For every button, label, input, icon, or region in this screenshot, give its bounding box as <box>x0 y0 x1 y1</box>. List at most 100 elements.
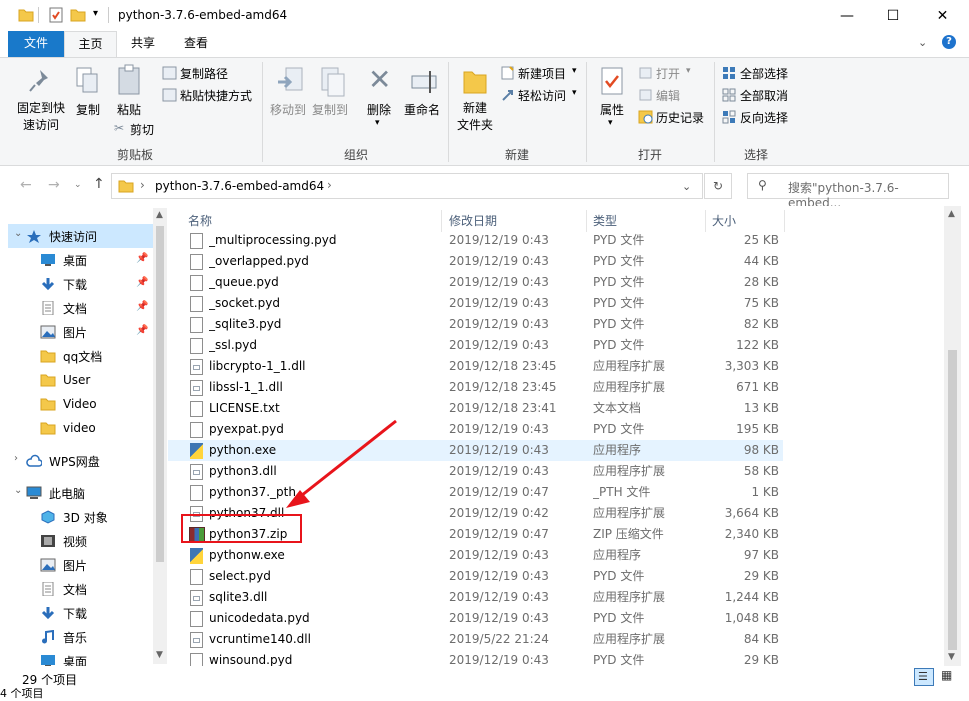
nav-scrollbar[interactable]: ▲ ▼ <box>153 208 167 664</box>
open-dropdown-icon[interactable]: ▾ <box>686 66 691 76</box>
nav-item[interactable]: 下载 <box>8 601 153 625</box>
edit-button[interactable]: 编辑 <box>656 87 680 104</box>
nav-item[interactable]: 下载 📌 <box>8 272 153 296</box>
cut-button[interactable]: 剪切 <box>130 121 154 138</box>
scroll-down-icon[interactable]: ▼ <box>948 652 955 662</box>
nav-item[interactable]: 3D 对象 <box>8 505 153 529</box>
file-row[interactable]: pythonw.exe 2019/12/19 0:43 应用程序 97 KB <box>168 545 783 566</box>
nav-item[interactable]: 文档 <box>8 577 153 601</box>
nav-item[interactable]: 视频 <box>8 529 153 553</box>
file-list-scrollbar[interactable]: ▲ ▼ <box>944 206 961 666</box>
scroll-up-icon[interactable]: ▲ <box>948 209 955 219</box>
copy-button[interactable]: 复制 <box>76 101 100 118</box>
nav-item[interactable]: 文档 📌 <box>8 296 153 320</box>
minimize-button[interactable]: — <box>824 0 870 31</box>
close-button[interactable]: ✕ <box>916 0 969 31</box>
tab-home[interactable]: 主页 <box>64 31 117 58</box>
copy-path-button[interactable]: 复制路径 <box>180 65 228 82</box>
expand-icon[interactable]: ⌄ <box>14 228 22 239</box>
invert-selection-button[interactable]: 反向选择 <box>740 109 788 126</box>
copy-to-button[interactable]: 复制到 <box>312 101 348 118</box>
help-icon[interactable]: ? <box>942 35 956 49</box>
address-dropdown-icon[interactable]: ⌄ <box>682 180 691 193</box>
large-icons-view-button[interactable]: ▦ <box>938 668 958 686</box>
file-row[interactable]: unicodedata.pyd 2019/12/19 0:43 PYD 文件 1,04… <box>168 608 783 629</box>
breadcrumb-separator-icon[interactable]: › <box>140 178 145 192</box>
file-row[interactable]: winsound.pyd 2019/12/19 0:43 PYD 文件 29 KB <box>168 650 783 666</box>
divider <box>705 210 706 232</box>
rename-button[interactable]: 重命名 <box>404 101 440 118</box>
file-row[interactable]: libssl-1_1.dll 2019/12/18 23:45 应用程序扩展 671 … <box>168 377 783 398</box>
file-row[interactable]: python3.dll 2019/12/19 0:43 应用程序扩展 58 KB <box>168 461 783 482</box>
forward-icon[interactable]: → <box>48 177 60 193</box>
nav-item[interactable]: 图片 <box>8 553 153 577</box>
recent-locations-icon[interactable]: ⌄ <box>74 180 82 190</box>
history-button[interactable]: 历史记录 <box>656 109 704 126</box>
collapse-ribbon-icon[interactable]: ⌄ <box>918 36 927 49</box>
file-row[interactable]: _socket.pyd 2019/12/19 0:43 PYD 文件 75 KB <box>168 293 783 314</box>
tab-file[interactable]: 文件 <box>8 31 64 57</box>
file-row[interactable]: LICENSE.txt 2019/12/18 23:41 文本文档 13 KB <box>168 398 783 419</box>
breadcrumb[interactable]: python-3.7.6-embed-amd64 <box>155 179 324 193</box>
new-folder-icon[interactable] <box>70 8 86 22</box>
expand-icon[interactable]: ⌄ <box>14 485 22 496</box>
new-item-button[interactable]: 新建项目 <box>518 65 566 82</box>
details-view-button[interactable]: ☰ <box>914 668 934 686</box>
file-row[interactable]: _multiprocessing.pyd 2019/12/19 0:43 PYD 文… <box>168 230 783 251</box>
file-row[interactable]: sqlite3.dll 2019/12/19 0:43 应用程序扩展 1,244 KB <box>168 587 783 608</box>
file-row[interactable]: _queue.pyd 2019/12/19 0:43 PYD 文件 28 KB <box>168 272 783 293</box>
delete-dropdown-icon[interactable]: ▾ <box>375 118 380 128</box>
quick-access-dropdown-icon[interactable]: ▾ <box>93 8 98 19</box>
expand-icon[interactable]: › <box>14 453 18 464</box>
file-row[interactable]: python.exe 2019/12/19 0:43 应用程序 98 KB <box>168 440 783 461</box>
scrollbar-thumb[interactable] <box>156 226 164 562</box>
nav-item[interactable]: WPS网盘 › <box>8 449 153 473</box>
easy-access-dropdown-icon[interactable]: ▾ <box>572 88 577 98</box>
nav-item[interactable]: 音乐 <box>8 625 153 649</box>
nav-item[interactable]: qq文档 <box>8 344 153 368</box>
file-row[interactable]: _sqlite3.pyd 2019/12/19 0:43 PYD 文件 82 KB <box>168 314 783 335</box>
file-type: PYD 文件 <box>593 317 645 331</box>
file-row[interactable]: select.pyd 2019/12/19 0:43 PYD 文件 29 KB <box>168 566 783 587</box>
file-row[interactable]: libcrypto-1_1.dll 2019/12/18 23:45 应用程序扩展 3… <box>168 356 783 377</box>
tab-share[interactable]: 共享 <box>117 31 169 57</box>
file-row[interactable]: _overlapped.pyd 2019/12/19 0:43 PYD 文件 44 K… <box>168 251 783 272</box>
open-button[interactable]: 打开 <box>656 65 680 82</box>
back-icon[interactable]: ← <box>20 177 32 193</box>
properties-dropdown-icon[interactable]: ▾ <box>608 118 613 128</box>
nav-item[interactable]: 此电脑 ⌄ <box>8 481 153 505</box>
nav-item[interactable]: Video <box>8 392 153 416</box>
nav-item[interactable]: User <box>8 368 153 392</box>
select-all-button[interactable]: 全部选择 <box>740 65 788 82</box>
new-folder-button[interactable]: 新建 文件夹 <box>457 100 493 134</box>
scroll-up-icon[interactable]: ▲ <box>156 210 163 220</box>
file-row[interactable]: pyexpat.pyd 2019/12/19 0:43 PYD 文件 195 KB <box>168 419 783 440</box>
properties-button[interactable]: 属性 <box>600 101 624 118</box>
delete-button[interactable]: 删除 <box>367 101 391 118</box>
nav-item[interactable]: 快速访问 ⌄ <box>8 224 153 248</box>
file-date: 2019/5/22 21:24 <box>449 632 549 646</box>
nav-item[interactable]: video <box>8 416 153 440</box>
scrollbar-thumb[interactable] <box>948 350 957 650</box>
address-bar[interactable]: › python-3.7.6-embed-amd64 › ⌄ <box>111 173 703 199</box>
scroll-down-icon[interactable]: ▼ <box>156 650 163 660</box>
up-icon[interactable]: ↑ <box>93 176 105 192</box>
paste-button[interactable]: 粘贴 <box>117 101 141 118</box>
select-none-button[interactable]: 全部取消 <box>740 87 788 104</box>
breadcrumb-separator-icon[interactable]: › <box>327 178 332 192</box>
nav-item[interactable]: 图片 📌 <box>8 320 153 344</box>
properties-icon[interactable] <box>48 7 64 23</box>
tab-view[interactable]: 查看 <box>169 31 223 57</box>
nav-item[interactable]: 桌面 📌 <box>8 248 153 272</box>
file-row[interactable]: python37._pth 2019/12/19 0:47 _PTH 文件 1 KB <box>168 482 783 503</box>
maximize-button[interactable]: ☐ <box>870 0 916 31</box>
easy-access-button[interactable]: 轻松访问 <box>518 87 566 104</box>
search-input[interactable]: ⚲ 搜索"python-3.7.6-embed... <box>747 173 949 210</box>
file-row[interactable]: _ssl.pyd 2019/12/19 0:43 PYD 文件 122 KB <box>168 335 783 356</box>
pin-quick-access-button[interactable]: 固定到快 速访问 <box>17 100 65 134</box>
move-to-button[interactable]: 移动到 <box>270 101 306 118</box>
new-item-dropdown-icon[interactable]: ▾ <box>572 66 577 76</box>
file-row[interactable]: vcruntime140.dll 2019/5/22 21:24 应用程序扩展 84 … <box>168 629 783 650</box>
paste-shortcut-button[interactable]: 粘贴快捷方式 <box>180 87 252 104</box>
refresh-button[interactable]: ↻ <box>704 173 732 199</box>
